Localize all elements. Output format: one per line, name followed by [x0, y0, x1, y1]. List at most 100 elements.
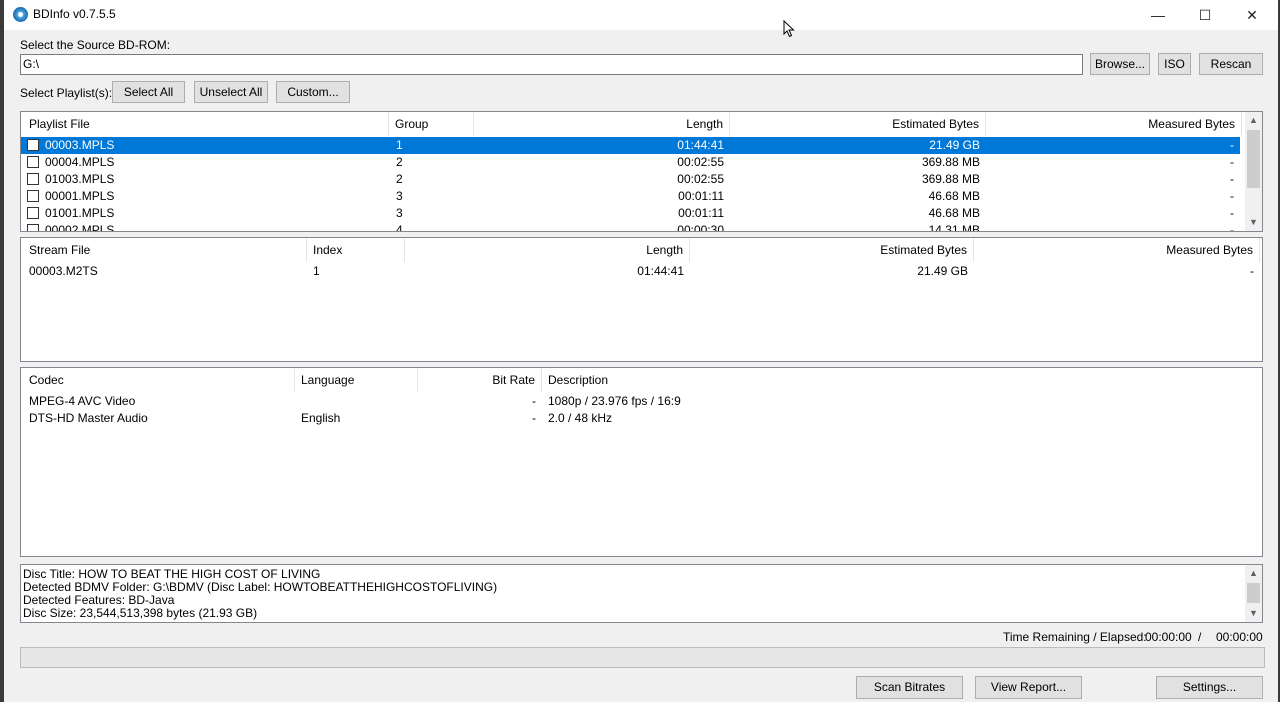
playlist-measured: - — [1230, 223, 1234, 232]
stream-measured: - — [1250, 264, 1254, 278]
codec-language: English — [301, 411, 341, 425]
playlist-file: 00001.MPLS — [45, 189, 115, 203]
scroll-thumb[interactable] — [1247, 583, 1260, 603]
playlist-length: 00:02:55 — [677, 155, 724, 169]
playlist-checkbox[interactable] — [27, 156, 39, 168]
playlist-checkbox[interactable] — [27, 139, 39, 151]
col-stream-length[interactable]: Length — [405, 238, 690, 262]
stream-row[interactable]: 00003.M2TS 1 01:44:41 21.49 GB - — [21, 263, 1260, 280]
iso-button[interactable]: ISO — [1158, 53, 1191, 75]
playlist-measured: - — [1230, 172, 1234, 186]
playlist-header: Playlist File Group Length Estimated Byt… — [21, 112, 1262, 136]
playlist-file: 01001.MPLS — [45, 206, 115, 220]
codec-list[interactable]: Codec Language Bit Rate Description MPEG… — [20, 367, 1263, 557]
playlist-estimated: 46.68 MB — [928, 206, 980, 220]
playlist-measured: - — [1230, 155, 1234, 169]
playlist-group: 3 — [396, 206, 403, 220]
playlist-length: 00:00:30 — [677, 223, 724, 232]
playlist-group: 2 — [396, 155, 403, 169]
playlist-scrollbar[interactable]: ▲ ▼ — [1245, 112, 1262, 231]
scroll-down-icon[interactable]: ▼ — [1245, 214, 1262, 231]
rescan-button[interactable]: Rescan — [1199, 53, 1263, 75]
scroll-thumb[interactable] — [1247, 130, 1260, 188]
time-elapsed: 00:00:00 — [1216, 630, 1263, 644]
playlist-file: 00003.MPLS — [45, 138, 115, 152]
col-estimated-bytes[interactable]: Estimated Bytes — [730, 112, 986, 136]
custom-button[interactable]: Custom... — [276, 81, 350, 103]
info-scrollbar[interactable]: ▲ ▼ — [1245, 565, 1262, 622]
stream-header: Stream File Index Length Estimated Bytes… — [21, 238, 1262, 262]
codec-description: 1080p / 23.976 fps / 16:9 — [548, 394, 681, 408]
playlist-checkbox[interactable] — [27, 224, 39, 231]
disc-info-textbox[interactable]: Disc Title: HOW TO BEAT THE HIGH COST OF… — [20, 564, 1263, 623]
col-stream-measured[interactable]: Measured Bytes — [974, 238, 1260, 262]
codec-bitrate: - — [532, 394, 536, 408]
browse-button[interactable]: Browse... — [1090, 53, 1150, 75]
playlist-group: 1 — [396, 138, 403, 152]
scroll-up-icon[interactable]: ▲ — [1245, 565, 1262, 582]
playlist-group: 2 — [396, 172, 403, 186]
col-measured-bytes[interactable]: Measured Bytes — [986, 112, 1242, 136]
view-report-button[interactable]: View Report... — [975, 676, 1082, 699]
codec-language — [295, 393, 307, 410]
playlist-estimated: 21.49 GB — [929, 138, 980, 152]
unselect-all-button[interactable]: Unselect All — [194, 81, 268, 103]
playlist-group: 3 — [396, 189, 403, 203]
codec-bitrate: - — [532, 411, 536, 425]
playlist-measured: - — [1230, 206, 1234, 220]
select-all-button[interactable]: Select All — [112, 81, 185, 103]
playlist-row[interactable]: 01001.MPLS 3 00:01:11 46.68 MB - — [21, 205, 1240, 222]
col-bit-rate[interactable]: Bit Rate — [418, 368, 542, 392]
playlist-list[interactable]: Playlist File Group Length Estimated Byt… — [20, 111, 1263, 232]
playlist-length: 00:01:11 — [678, 206, 724, 220]
playlist-file: 00002.MPLS — [45, 223, 115, 232]
playlist-length: 01:44:41 — [677, 138, 724, 152]
col-group[interactable]: Group — [389, 112, 474, 136]
playlist-checkbox[interactable] — [27, 173, 39, 185]
scroll-down-icon[interactable]: ▼ — [1245, 605, 1262, 622]
disc-size-line: Disc Size: 23,544,513,398 bytes (21.93 G… — [23, 606, 258, 620]
col-stream-file[interactable]: Stream File — [23, 238, 307, 262]
playlist-measured: - — [1230, 189, 1234, 203]
codec-row[interactable]: DTS-HD Master Audio English - 2.0 / 48 k… — [21, 410, 1260, 427]
playlist-checkbox[interactable] — [27, 207, 39, 219]
scroll-up-icon[interactable]: ▲ — [1245, 112, 1262, 129]
stream-index: 1 — [313, 264, 320, 278]
bdinfo-disc-icon — [13, 7, 28, 22]
playlist-row[interactable]: 01003.MPLS 2 00:02:55 369.88 MB - — [21, 171, 1240, 188]
codec-row[interactable]: MPEG-4 AVC Video - 1080p / 23.976 fps / … — [21, 393, 1260, 410]
time-remaining: 00:00:00 — [1145, 630, 1192, 644]
stream-list[interactable]: Stream File Index Length Estimated Bytes… — [20, 237, 1263, 362]
playlist-row[interactable]: 00004.MPLS 2 00:02:55 369.88 MB - — [21, 154, 1240, 171]
playlist-estimated: 46.68 MB — [928, 189, 980, 203]
stream-file: 00003.M2TS — [29, 264, 98, 278]
settings-button[interactable]: Settings... — [1156, 676, 1263, 699]
scan-bitrates-button[interactable]: Scan Bitrates — [856, 676, 963, 699]
col-length[interactable]: Length — [474, 112, 730, 136]
col-language[interactable]: Language — [295, 368, 418, 392]
codec-name: DTS-HD Master Audio — [29, 411, 148, 425]
playlist-file: 01003.MPLS — [45, 172, 115, 186]
col-codec[interactable]: Codec — [23, 368, 295, 392]
playlist-row[interactable]: 00001.MPLS 3 00:01:11 46.68 MB - — [21, 188, 1240, 205]
source-path-input[interactable]: G:\ — [20, 54, 1083, 75]
playlist-estimated: 369.88 MB — [921, 172, 980, 186]
playlist-checkbox[interactable] — [27, 190, 39, 202]
col-index[interactable]: Index — [307, 238, 405, 262]
col-playlist-file[interactable]: Playlist File — [23, 112, 389, 136]
playlist-file: 00004.MPLS — [45, 155, 115, 169]
playlist-length: 00:02:55 — [677, 172, 724, 186]
playlist-row[interactable]: 00003.MPLS 1 01:44:41 21.49 GB - — [21, 137, 1240, 154]
playlist-row[interactable]: 00002.MPLS 4 00:00:30 14.31 MB - — [21, 222, 1240, 232]
time-label: Time Remaining / Elapsed: — [1003, 630, 1147, 644]
title-bar: BDInfo v0.7.5.5 — ☐ ✕ — [4, 0, 1278, 30]
maximize-button[interactable]: ☐ — [1182, 0, 1228, 30]
col-description[interactable]: Description — [542, 368, 842, 392]
mouse-cursor-icon — [783, 20, 795, 38]
close-button[interactable]: ✕ — [1229, 0, 1275, 30]
source-label: Select the Source BD-ROM: — [20, 38, 171, 52]
playlist-group: 4 — [396, 223, 403, 232]
col-stream-estimated[interactable]: Estimated Bytes — [690, 238, 974, 262]
minimize-button[interactable]: — — [1135, 0, 1181, 30]
window-title: BDInfo v0.7.5.5 — [33, 7, 116, 21]
